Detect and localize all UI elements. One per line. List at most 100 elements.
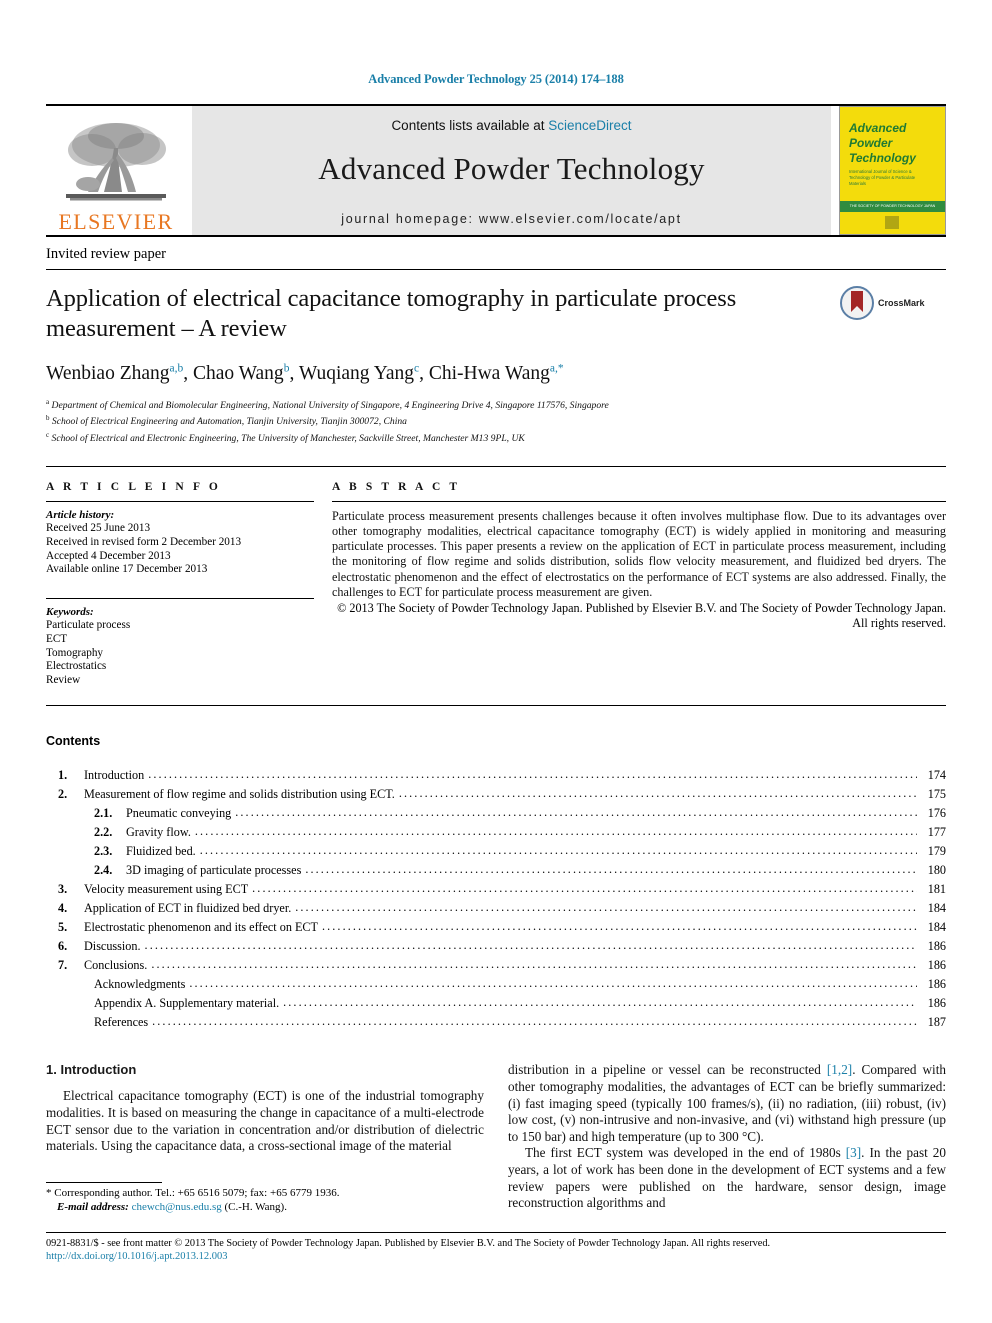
journal-homepage-link[interactable]: journal homepage: www.elsevier.com/locat… xyxy=(341,212,682,226)
table-of-contents: 1. Introduction..........................… xyxy=(46,766,946,1032)
toc-row[interactable]: 3. Velocity measurement using ECT........… xyxy=(46,880,946,899)
toc-row[interactable]: 7. Conclusions...........................… xyxy=(46,956,946,975)
sciencedirect-link[interactable]: ScienceDirect xyxy=(548,118,631,133)
toc-label: Discussion. xyxy=(84,939,141,954)
toc-row[interactable]: 2.4. 3D imaging of particulate processes.… xyxy=(46,861,946,880)
crossmark-badge[interactable]: CrossMark xyxy=(840,284,946,320)
abstract-copyright: © 2013 The Society of Powder Technology … xyxy=(337,601,946,631)
cover-title-line3: Technology xyxy=(849,151,916,165)
article-history: Article history: Received 25 June 2013 R… xyxy=(46,509,314,577)
toc-dot-leader: ........................................… xyxy=(305,862,917,877)
issn-copyright-line: 0921-8831/$ - see front matter © 2013 Th… xyxy=(46,1238,771,1249)
toc-dot-leader: ........................................… xyxy=(295,900,917,915)
email-link[interactable]: chewch@nus.edu.sg xyxy=(132,1201,222,1213)
toc-number: 4. xyxy=(58,901,68,916)
toc-page-number: 181 xyxy=(927,882,946,897)
journal-article-page: Advanced Powder Technology 25 (2014) 174… xyxy=(0,0,992,1323)
footnote-line-1: * Corresponding author. Tel.: +65 6516 5… xyxy=(46,1187,486,1201)
contents-heading: Contents xyxy=(46,734,101,749)
cover-band-text: THE SOCIETY OF POWDER TECHNOLOGY JAPAN xyxy=(849,204,936,208)
toc-row[interactable]: 2.2. Gravity flow........................… xyxy=(46,823,946,842)
toc-label: Pneumatic conveying xyxy=(126,806,232,821)
article-info-column: A R T I C L E I N F O Article history: R… xyxy=(46,481,332,688)
toc-page-number: 175 xyxy=(927,787,946,802)
history-item-2: Accepted 4 December 2013 xyxy=(46,549,171,562)
keyword-list: Keywords: Particulate process ECT Tomogr… xyxy=(46,606,314,688)
toc-row[interactable]: 2.1. Pneumatic conveying.................… xyxy=(46,804,946,823)
toc-label: 3D imaging of particulate processes xyxy=(126,863,302,878)
intro-paragraph-left: Electrical capacitance tomography (ECT) … xyxy=(46,1088,484,1154)
toc-number: 2.3. xyxy=(94,844,113,859)
toc-page-number: 187 xyxy=(927,1015,946,1030)
toc-row[interactable]: 4. Application of ECT in fluidized bed dr… xyxy=(46,899,946,918)
toc-row[interactable]: Appendix A. Supplementary material......… xyxy=(46,994,946,1013)
toc-row[interactable]: 6. Discussion............................… xyxy=(46,937,946,956)
cover-title-line2: Powder xyxy=(849,136,893,150)
article-info-heading: A R T I C L E I N F O xyxy=(46,480,221,493)
affiliation-0: a Department of Chemical and Biomolecula… xyxy=(46,397,609,411)
keyword-1: ECT xyxy=(46,633,68,645)
keywords-label: Keywords: xyxy=(46,605,94,618)
toc-label: Introduction xyxy=(84,768,145,783)
doi-link[interactable]: http://dx.doi.org/10.1016/j.apt.2013.12.… xyxy=(46,1250,946,1263)
crossmark-icon xyxy=(840,286,874,320)
elsevier-tree-icon xyxy=(66,123,166,201)
toc-row[interactable]: References..............................… xyxy=(46,1013,946,1032)
abstract-rule xyxy=(332,500,946,502)
masthead-bottom-rule xyxy=(46,235,946,237)
masthead-center: Contents lists available at ScienceDirec… xyxy=(192,106,831,235)
toc-number: 6. xyxy=(58,939,68,954)
toc-label: Velocity measurement using ECT xyxy=(84,882,249,897)
intro-paragraph-right-2: The first ECT system was developed in th… xyxy=(508,1145,946,1211)
author-1: Chao Wangb, xyxy=(193,362,299,384)
toc-number: 2.1. xyxy=(94,806,113,821)
toc-label: Acknowledgments xyxy=(94,977,186,992)
toc-dot-leader: ........................................… xyxy=(252,881,917,896)
toc-row[interactable]: 1. Introduction..........................… xyxy=(46,766,946,785)
toc-label: Measurement of flow regime and solids di… xyxy=(84,787,395,802)
footnote-rule xyxy=(46,1182,162,1183)
toc-row[interactable]: Acknowledgments.........................… xyxy=(46,975,946,994)
article-type: Invited review paper xyxy=(46,246,166,262)
cover-band: THE SOCIETY OF POWDER TECHNOLOGY JAPAN xyxy=(840,201,945,212)
toc-page-number: 180 xyxy=(927,863,946,878)
page-title: Application of electrical capacitance to… xyxy=(46,285,737,342)
toc-dot-leader: ........................................… xyxy=(194,824,917,839)
toc-row[interactable]: 2.3. Fluidized bed.......................… xyxy=(46,842,946,861)
toc-number: 5. xyxy=(58,920,68,935)
keywords-rule xyxy=(46,597,314,599)
history-item-1: Received in revised form 2 December 2013 xyxy=(46,536,242,549)
author-0: Wenbiao Zhanga,b, xyxy=(46,362,193,384)
abstract-text: Particulate process measurement presents… xyxy=(332,508,946,599)
abstract-column: A B S T R A C T Particulate process meas… xyxy=(332,481,946,688)
toc-number: 1. xyxy=(58,768,68,783)
cover-title-line1: Advanced xyxy=(849,121,907,135)
footer-rule xyxy=(46,1232,946,1233)
toc-dot-leader: ........................................… xyxy=(398,786,917,801)
toc-label: Application of ECT in fluidized bed drye… xyxy=(84,901,292,916)
title-block: Application of electrical capacitance to… xyxy=(46,269,946,344)
toc-dot-leader: ........................................… xyxy=(148,767,917,782)
citation-ref-1-2[interactable]: [1,2] xyxy=(827,1062,852,1077)
cover-subtitle: International Journal of Science & Techn… xyxy=(849,169,916,186)
toc-page-number: 186 xyxy=(927,996,946,1011)
keyword-0: Particulate process xyxy=(46,619,131,632)
keyword-2: Tomography xyxy=(46,646,104,659)
citation-ref-3[interactable]: [3] xyxy=(846,1145,861,1160)
keyword-4: Review xyxy=(46,673,81,686)
toc-dot-leader: ........................................… xyxy=(283,995,917,1010)
abstract-heading: A B S T R A C T xyxy=(332,480,461,493)
toc-dot-leader: ........................................… xyxy=(151,957,917,972)
toc-page-number: 186 xyxy=(927,939,946,954)
toc-dot-leader: ........................................… xyxy=(235,805,917,820)
elsevier-logo: ELSEVIER xyxy=(46,106,186,235)
author-3: Chi-Hwa Wanga,* xyxy=(428,362,564,384)
toc-label: Electrostatic phenomenon and its effect … xyxy=(84,920,318,935)
toc-dot-leader: ........................................… xyxy=(189,976,917,991)
toc-dot-leader: ........................................… xyxy=(199,843,917,858)
author-3-sup: a,* xyxy=(549,362,564,374)
toc-number: 3. xyxy=(58,882,68,897)
toc-row[interactable]: 5. Electrostatic phenomenon and its effec… xyxy=(46,918,946,937)
cover-title: Advanced Powder Technology xyxy=(840,107,945,166)
toc-row[interactable]: 2. Measurement of flow regime and solids … xyxy=(46,785,946,804)
